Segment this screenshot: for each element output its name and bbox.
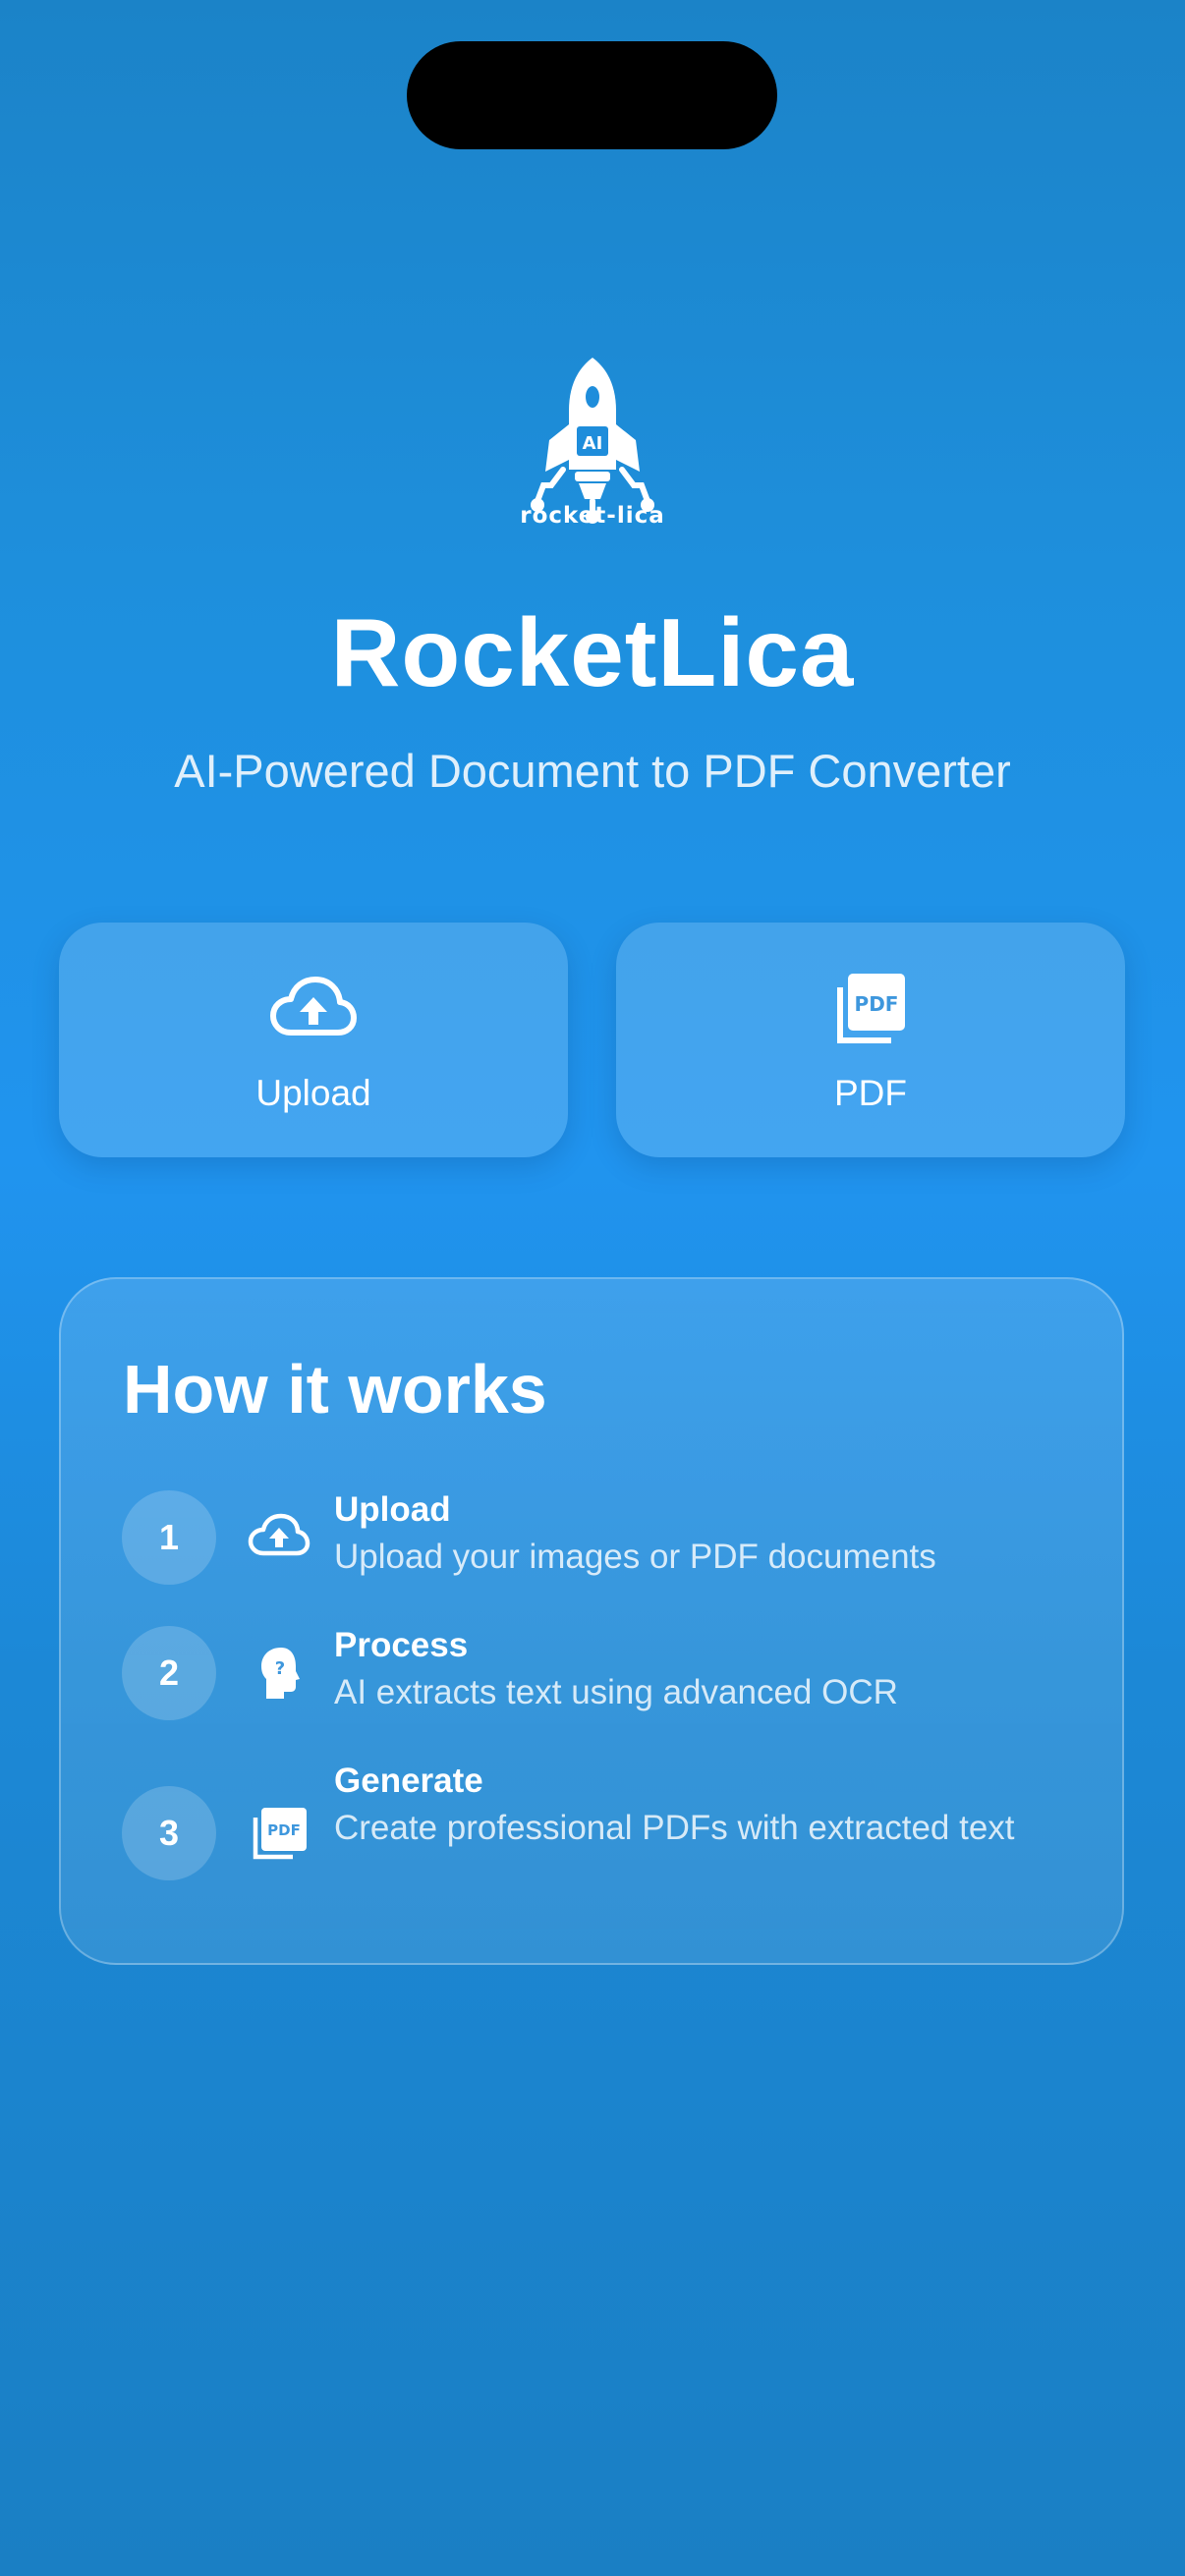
step-number: 3: [122, 1786, 216, 1880]
cloud-upload-icon: [248, 1510, 310, 1565]
step-number: 2: [122, 1626, 216, 1720]
pdf-files-icon: PDF: [826, 972, 915, 1045]
step-title: Generate: [334, 1762, 483, 1800]
pdf-button[interactable]: PDF PDF: [616, 923, 1125, 1157]
step-description: AI extracts text using advanced OCR: [334, 1673, 898, 1711]
upload-button[interactable]: Upload: [59, 923, 568, 1157]
step-description: Upload your images or PDF documents: [334, 1538, 936, 1576]
step-item: Generate Create professional PDFs with e…: [334, 1760, 1061, 1853]
dynamic-island: [407, 41, 777, 149]
svg-text:PDF: PDF: [267, 1821, 301, 1839]
step-item: Upload Upload your images or PDF documen…: [334, 1488, 1061, 1582]
how-it-works-title: How it works: [123, 1351, 547, 1428]
pdf-button-label: PDF: [834, 1073, 907, 1113]
upload-button-label: Upload: [255, 1073, 371, 1113]
cloud-upload-icon: [269, 972, 358, 1045]
step-number: 1: [122, 1490, 216, 1585]
svg-text:?: ?: [275, 1658, 285, 1679]
step-title: Process: [334, 1626, 469, 1664]
head-question-icon: ?: [248, 1646, 310, 1701]
step-title: Upload: [334, 1490, 451, 1529]
app-subtitle: AI-Powered Document to PDF Converter: [174, 745, 1011, 797]
logo-badge: AI: [583, 433, 603, 454]
app-title: RocketLica: [330, 598, 855, 706]
logo-wordmark: rocket-lica: [520, 503, 665, 529]
svg-text:PDF: PDF: [855, 992, 899, 1016]
step-item: Process AI extracts text using advanced …: [334, 1624, 1061, 1717]
how-it-works-card: How it works 1 Upload Upload your images…: [59, 1277, 1124, 1965]
step-description: Create professional PDFs with extracted …: [334, 1809, 1015, 1847]
pdf-files-icon: PDF: [248, 1806, 310, 1861]
